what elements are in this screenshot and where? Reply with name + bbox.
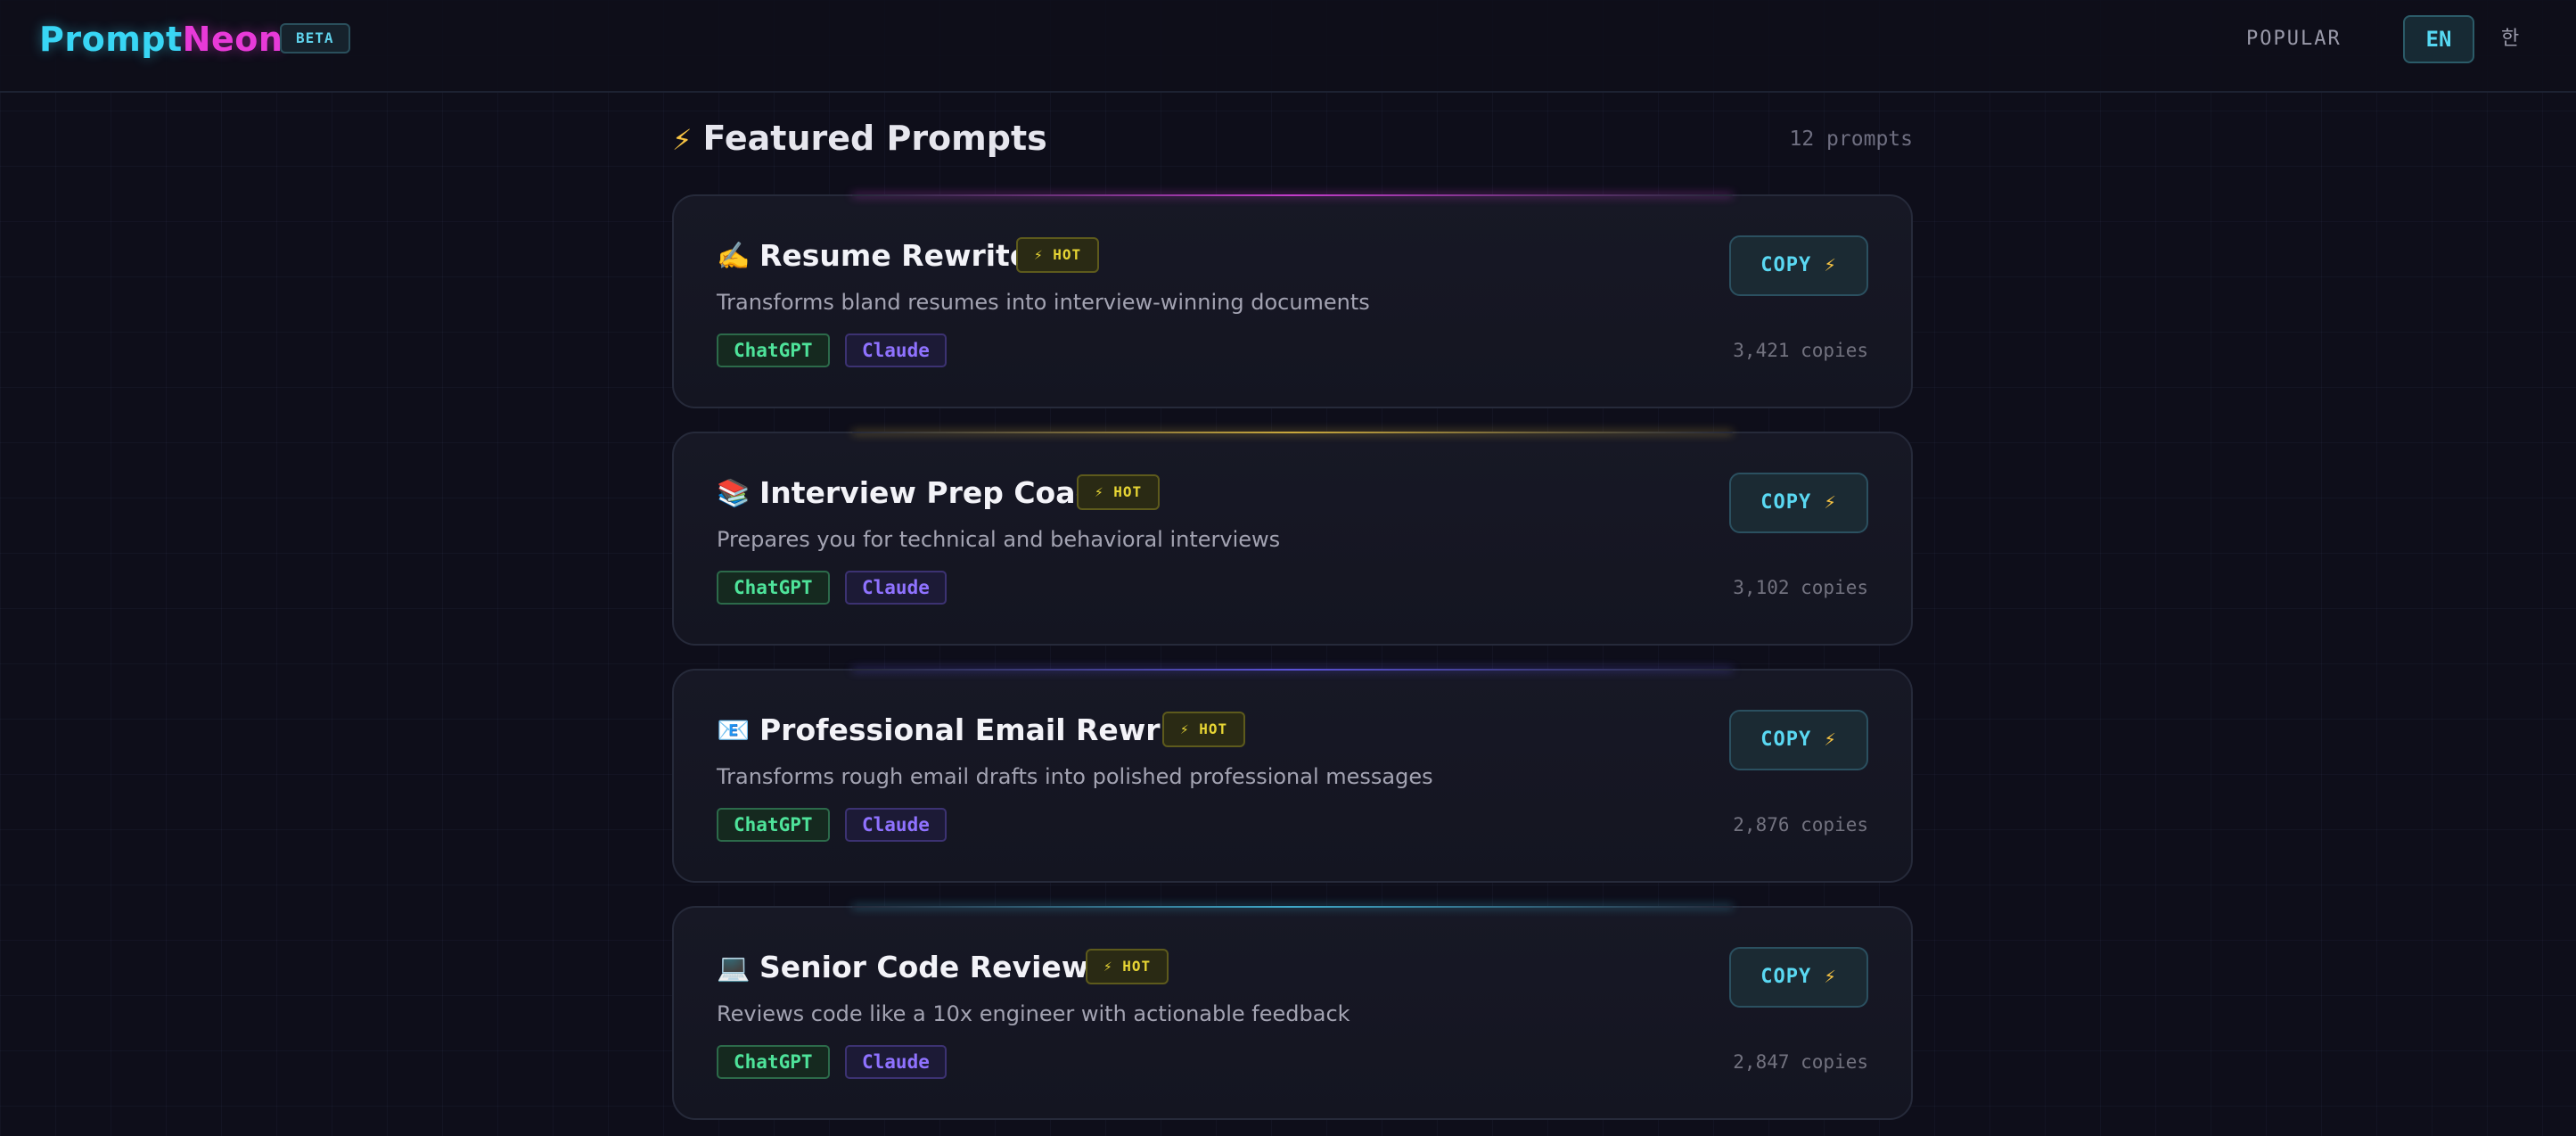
tag-chatgpt[interactable]: ChatGPT — [717, 1045, 830, 1079]
logo-neon: Neon — [182, 20, 283, 59]
books-icon: 📚 — [717, 478, 751, 509]
card-title: Professional Email Rewriter — [759, 712, 1219, 747]
card-glow-line — [852, 669, 1733, 671]
prompt-card[interactable]: ✍️ Resume Rewriter ⚡ HOT Transforms blan… — [672, 194, 1913, 408]
hot-badge: ⚡ HOT — [1016, 237, 1100, 273]
language-en-button[interactable]: EN — [2403, 15, 2474, 63]
tag-claude[interactable]: Claude — [845, 571, 947, 605]
copy-count: 3,102 copies — [1733, 577, 1868, 598]
copy-label: COPY — [1760, 491, 1812, 514]
prompt-card[interactable]: 📧 Professional Email Rewriter ⚡ HOT Tran… — [672, 669, 1913, 883]
copy-count: 2,847 copies — [1733, 1051, 1868, 1073]
lightning-icon: ⚡ — [1824, 491, 1837, 514]
tag-claude[interactable]: Claude — [845, 808, 947, 842]
tag-claude[interactable]: Claude — [845, 333, 947, 367]
copy-label: COPY — [1760, 729, 1812, 751]
card-title: Resume Rewriter — [759, 238, 1045, 273]
copy-button[interactable]: COPY ⚡ — [1729, 235, 1868, 296]
section-title-text: Featured Prompts — [702, 119, 1047, 158]
logo[interactable]: PromptNeon — [39, 18, 283, 61]
card-glow-line — [852, 194, 1733, 196]
nav-popular-link[interactable]: POPULAR — [2246, 23, 2342, 55]
card-description: Prepares you for technical and behaviora… — [717, 527, 1281, 552]
hot-badge: ⚡ HOT — [1077, 474, 1161, 510]
card-title: Interview Prep Coach — [759, 475, 1114, 510]
hot-badge: ⚡ HOT — [1086, 949, 1169, 984]
prompt-count: 12 prompts — [1789, 128, 1913, 151]
copy-button[interactable]: COPY ⚡ — [1729, 710, 1868, 770]
language-ko-button[interactable]: 한 — [2501, 23, 2519, 55]
writing-hand-icon: ✍️ — [717, 241, 751, 272]
card-title: Senior Code Reviewer — [759, 950, 1123, 984]
copy-label: COPY — [1760, 254, 1812, 276]
tag-chatgpt[interactable]: ChatGPT — [717, 571, 830, 605]
tag-chatgpt[interactable]: ChatGPT — [717, 333, 830, 367]
hot-badge: ⚡ HOT — [1162, 712, 1246, 747]
prompt-card[interactable]: 📚 Interview Prep Coach ⚡ HOT Prepares yo… — [672, 432, 1913, 646]
lightning-icon: ⚡ — [672, 123, 693, 157]
card-glow-line — [852, 432, 1733, 433]
laptop-icon: 💻 — [717, 952, 751, 984]
logo-prompt: Prompt — [39, 20, 183, 59]
copy-button[interactable]: COPY ⚡ — [1729, 947, 1868, 1008]
lightning-icon: ⚡ — [1824, 966, 1837, 988]
lightning-icon: ⚡ — [1824, 254, 1837, 276]
card-glow-line — [852, 906, 1733, 908]
copy-count: 3,421 copies — [1733, 340, 1868, 361]
tag-chatgpt[interactable]: ChatGPT — [717, 808, 830, 842]
top-header: PromptNeon BETA POPULAR EN 한 — [0, 0, 2576, 93]
lightning-icon: ⚡ — [1824, 729, 1837, 751]
tag-claude[interactable]: Claude — [845, 1045, 947, 1079]
card-description: Reviews code like a 10x engineer with ac… — [717, 1001, 1350, 1026]
email-icon: 📧 — [717, 715, 751, 746]
copy-button[interactable]: COPY ⚡ — [1729, 473, 1868, 533]
card-description: Transforms rough email drafts into polis… — [717, 764, 1433, 789]
section-title: ⚡ Featured Prompts — [672, 116, 1047, 161]
card-description: Transforms bland resumes into interview-… — [717, 290, 1370, 315]
copy-count: 2,876 copies — [1733, 814, 1868, 836]
beta-badge: BETA — [280, 23, 350, 54]
copy-label: COPY — [1760, 966, 1812, 988]
prompt-card[interactable]: 💻 Senior Code Reviewer ⚡ HOT Reviews cod… — [672, 906, 1913, 1120]
